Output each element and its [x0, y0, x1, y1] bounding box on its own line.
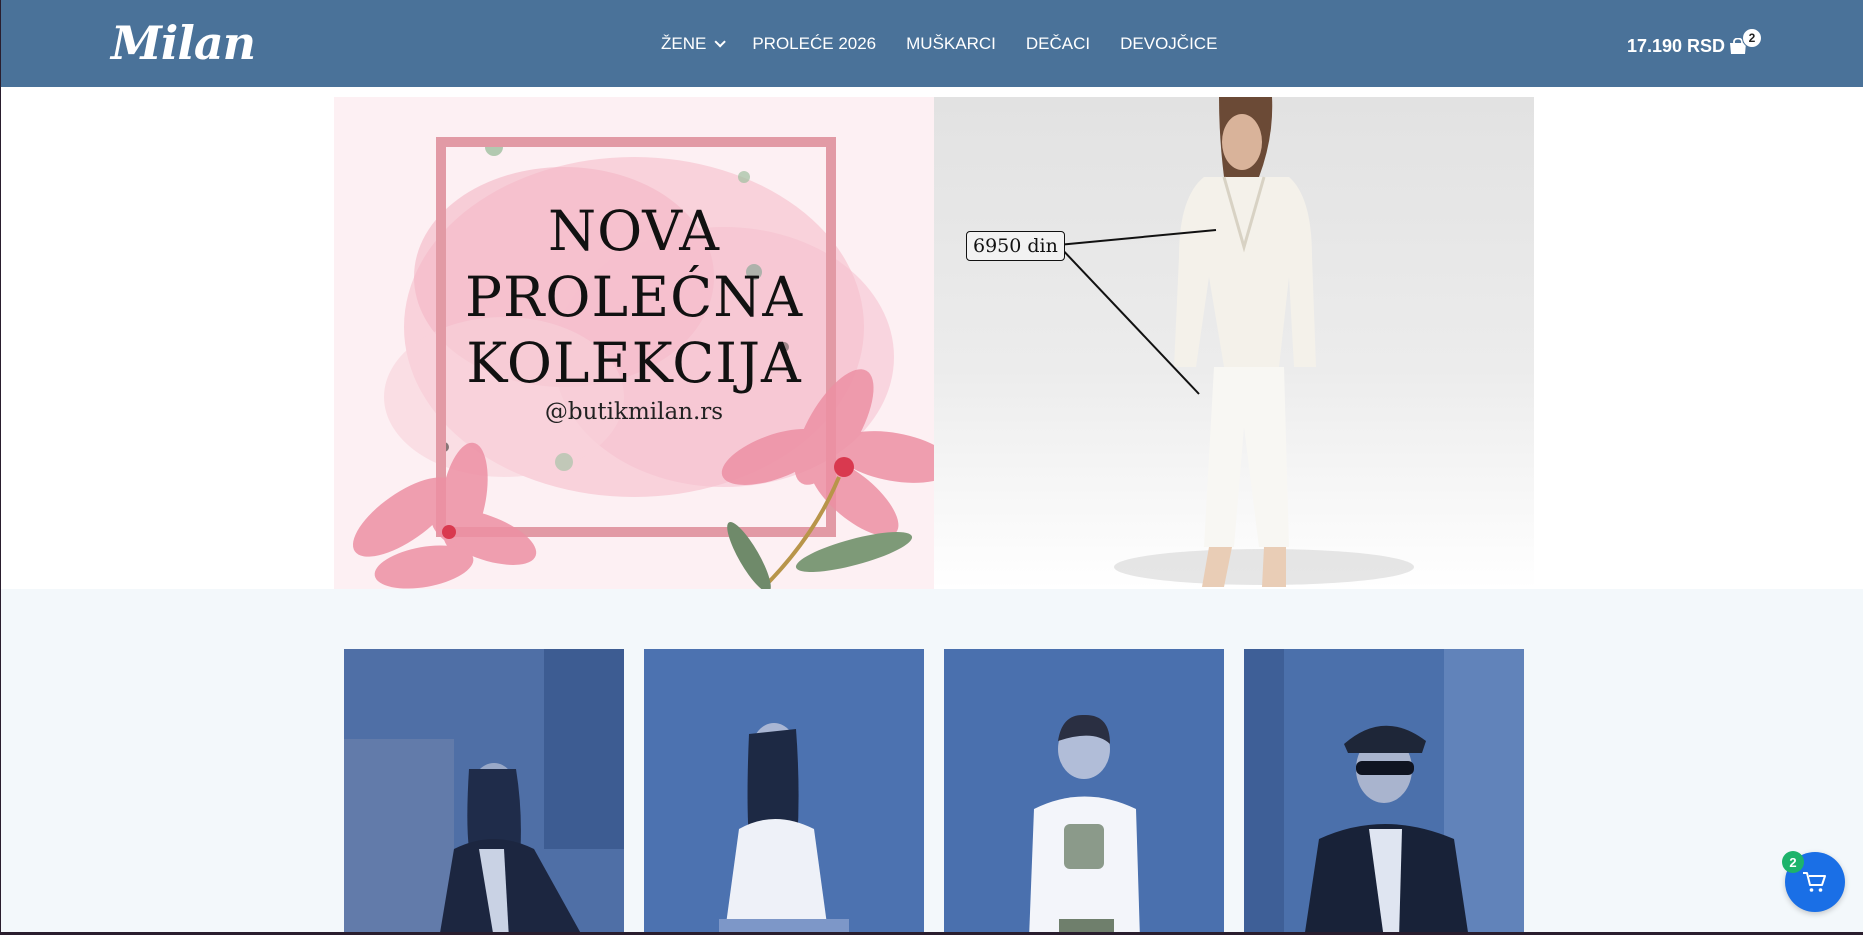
- main-nav: ŽENE PROLEĆE 2026 MUŠKARCI DEČACI DEVOJČ…: [661, 0, 1247, 87]
- category-card-girls[interactable]: [644, 649, 924, 935]
- nav-item-devojcice[interactable]: DEVOJČICE: [1120, 34, 1217, 54]
- hero-collection-banner[interactable]: NOVA PROLEĆNA KOLEKCIJA @butikmilan.rs: [334, 97, 934, 589]
- nav-item-label: DEVOJČICE: [1120, 33, 1218, 53]
- price-tag-label: 6950 din: [966, 231, 1065, 261]
- girl-studio-photo: [644, 649, 924, 935]
- cart-total[interactable]: 17.190 RSD: [1627, 36, 1725, 57]
- floating-cart-count-badge: 2: [1782, 851, 1804, 873]
- man-portrait-photo: [1244, 649, 1524, 935]
- hero-title-line-3: KOLEKCIJA: [466, 331, 802, 395]
- hero-title-line-1: NOVA: [548, 199, 720, 263]
- nav-item-label: DEČACI: [1025, 33, 1091, 53]
- site-header: Milan ŽENE PROLEĆE 2026 MUŠKARCI DEČACI …: [1, 0, 1863, 87]
- cart-count-badge: 2: [1742, 28, 1762, 48]
- nav-item-zene[interactable]: ŽENE: [661, 33, 727, 54]
- model-in-white-suit-image: [1057, 97, 1414, 587]
- hero-product-photo[interactable]: 6950 din: [934, 97, 1534, 589]
- hero-instagram-handle: @butikmilan.rs: [544, 399, 724, 425]
- category-card-men[interactable]: [1244, 649, 1524, 935]
- woman-street-photo: [344, 649, 624, 935]
- nav-item-label: PROLEĆE 2026: [752, 33, 877, 53]
- hero-title-line-2: PROLEĆNA: [464, 265, 804, 329]
- category-section: [1, 589, 1863, 935]
- nav-item-proleće-2026[interactable]: PROLEĆE 2026: [752, 34, 876, 54]
- category-card-women[interactable]: [344, 649, 624, 935]
- nav-item-muskarci[interactable]: MUŠKARCI: [906, 34, 996, 54]
- boy-studio-photo: [944, 649, 1224, 935]
- page: Milan ŽENE PROLEĆE 2026 MUŠKARCI DEČACI …: [0, 0, 1863, 935]
- nav-item-label: MUŠKARCI: [906, 33, 996, 53]
- nav-item-decaci[interactable]: DEČACI: [1026, 34, 1090, 54]
- chevron-down-icon: [714, 35, 727, 48]
- cart-icon: [1803, 872, 1826, 892]
- category-card-boys[interactable]: [944, 649, 1224, 935]
- nav-item-label: ŽENE: [661, 33, 707, 53]
- site-logo[interactable]: Milan: [111, 16, 256, 70]
